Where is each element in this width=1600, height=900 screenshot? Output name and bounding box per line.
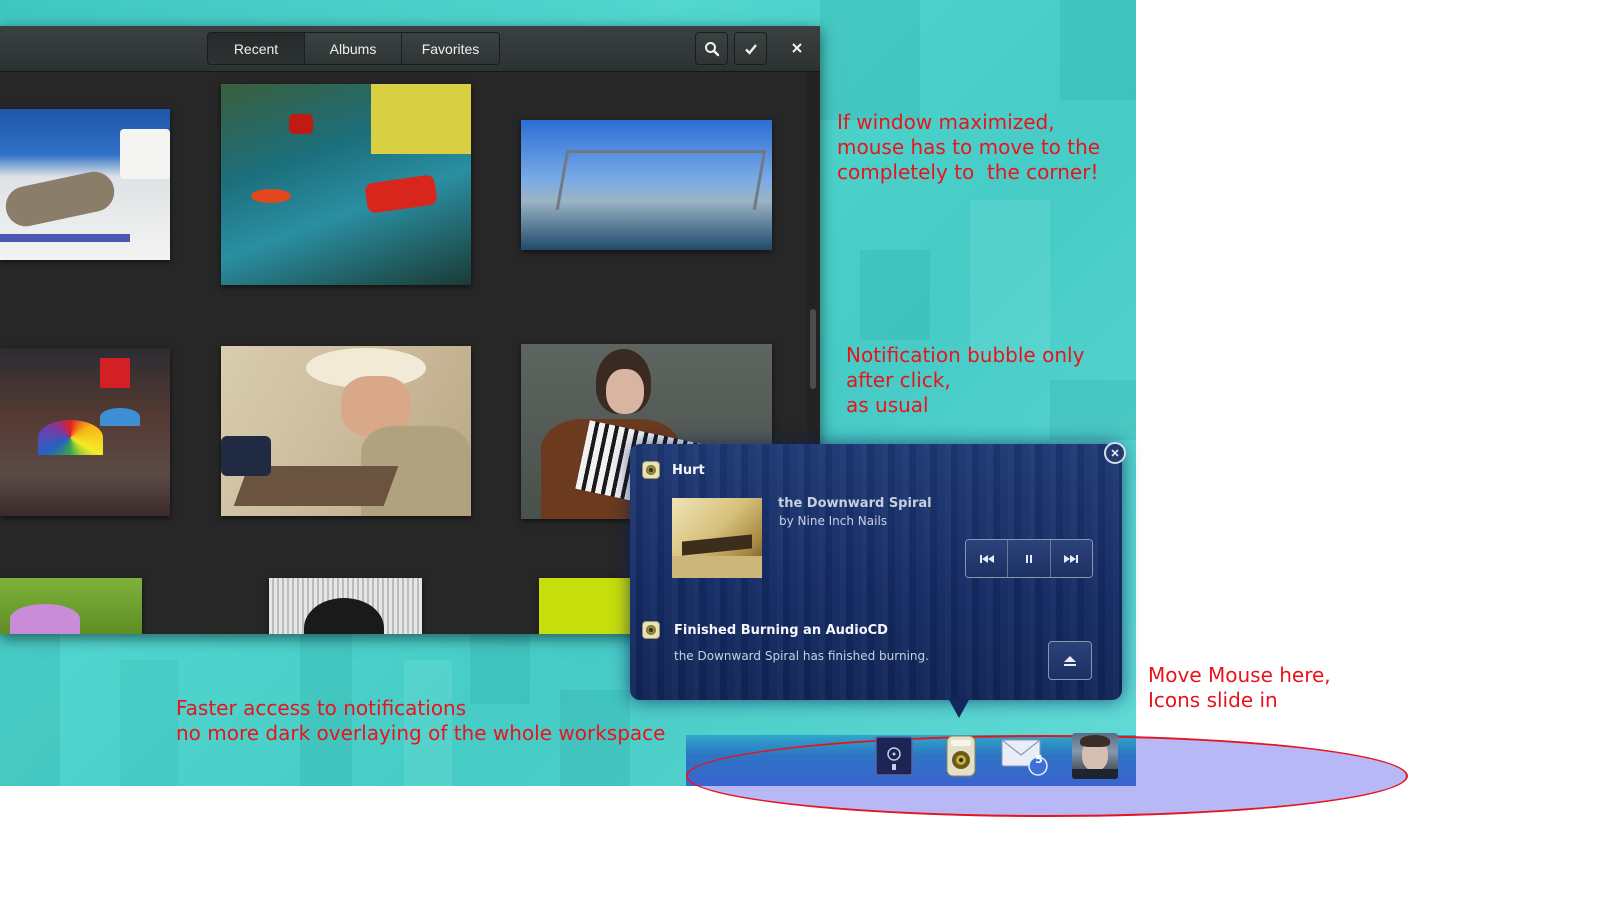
close-icon	[1111, 449, 1119, 457]
screenshot: Recent Albums Favorites If window maximi…	[0, 0, 1600, 900]
pause-icon	[1025, 554, 1032, 563]
photo-boats[interactable]	[0, 109, 170, 260]
search-icon	[704, 41, 719, 56]
tab-albums[interactable]: Albums	[305, 33, 402, 64]
previous-icon	[979, 554, 994, 563]
photo-street-cars[interactable]	[221, 84, 471, 285]
photo-umbrellas[interactable]	[0, 348, 170, 516]
select-button[interactable]	[734, 32, 767, 65]
tab-favorites[interactable]: Favorites	[402, 33, 499, 64]
photo-chess-player[interactable]	[221, 346, 471, 516]
music-player-icon[interactable]	[942, 733, 980, 779]
view-switcher: Recent Albums Favorites	[207, 32, 500, 65]
pause-button[interactable]	[1008, 540, 1051, 577]
bubble-close-button[interactable]	[1104, 442, 1126, 464]
eject-icon	[1064, 655, 1076, 666]
photo-bridge[interactable]	[521, 120, 772, 250]
music-player-icon	[642, 461, 660, 479]
music-notification-title: Hurt	[672, 463, 705, 478]
photo-flower[interactable]	[0, 578, 142, 634]
disc-burner-icon[interactable]	[872, 733, 916, 779]
annotation-corner: If window maximized, mouse has to move t…	[837, 110, 1101, 184]
media-controls	[965, 539, 1093, 578]
burn-notification-title: Finished Burning an AudioCD	[674, 623, 888, 638]
album-cover	[672, 498, 762, 578]
annotation-access: Faster access to notifications no more d…	[176, 696, 666, 745]
close-icon	[792, 43, 802, 53]
album-title: the Downward Spiral	[778, 496, 932, 511]
annotation-mouse: Move Mouse here, Icons slide in	[1148, 663, 1331, 712]
eject-button[interactable]	[1048, 641, 1092, 680]
album-artist: by Nine Inch Nails	[779, 514, 888, 528]
burn-notification-body: the Downward Spiral has finished burning…	[674, 649, 929, 663]
scrollbar-thumb[interactable]	[810, 309, 816, 389]
contact-avatar[interactable]	[1071, 733, 1119, 779]
next-icon	[1064, 554, 1079, 563]
mail-icon[interactable]: 5	[1000, 733, 1050, 779]
tab-recent[interactable]: Recent	[208, 33, 305, 64]
next-button[interactable]	[1050, 540, 1092, 577]
mail-badge: 5	[1035, 753, 1043, 766]
bubble-pointer	[948, 698, 970, 718]
annotation-bubble: Notification bubble only after click, as…	[846, 343, 1085, 417]
photo-portrait-bw[interactable]	[269, 578, 422, 634]
search-button[interactable]	[695, 32, 728, 65]
window-close-button[interactable]	[783, 34, 811, 62]
previous-button[interactable]	[966, 540, 1009, 577]
photo-lime[interactable]	[539, 578, 639, 634]
disc-burner-icon	[642, 621, 660, 639]
checkmark-icon	[744, 43, 757, 55]
header-bar: Recent Albums Favorites	[0, 26, 820, 72]
